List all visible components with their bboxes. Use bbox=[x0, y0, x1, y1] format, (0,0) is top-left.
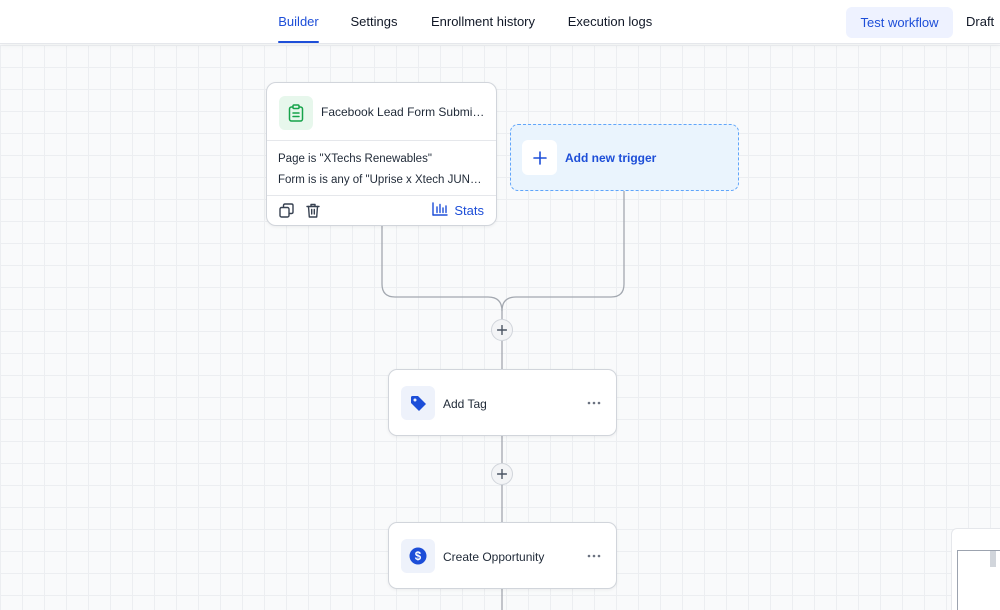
canvas-minimap[interactable] bbox=[951, 528, 1000, 610]
action-label: Create Opportunity bbox=[443, 550, 545, 564]
trigger-condition: Page is "XTechs Renewables" bbox=[278, 153, 432, 165]
plus-icon bbox=[497, 469, 507, 479]
trigger-conditions: Page is "XTechs Renewables" Form is is a… bbox=[267, 141, 496, 196]
trash-icon[interactable] bbox=[306, 203, 320, 223]
connector-trigger-right bbox=[501, 191, 625, 312]
trigger-card[interactable]: Facebook Lead Form Submitted Page is "XT… bbox=[266, 82, 497, 226]
action-label: Add Tag bbox=[443, 397, 487, 411]
plus-icon bbox=[522, 140, 557, 175]
trigger-title: Facebook Lead Form Submitted bbox=[321, 105, 487, 119]
trigger-card-header: Facebook Lead Form Submitted bbox=[267, 83, 496, 141]
test-workflow-button[interactable]: Test workflow bbox=[846, 7, 953, 38]
stats-label: Stats bbox=[454, 203, 484, 218]
plus-icon bbox=[497, 325, 507, 335]
tag-icon bbox=[401, 386, 435, 420]
copy-icon[interactable] bbox=[279, 203, 294, 223]
tab-builder[interactable]: Builder bbox=[278, 0, 319, 44]
add-new-trigger-button[interactable]: Add new trigger bbox=[510, 124, 739, 191]
dollar-icon: $ bbox=[401, 539, 435, 573]
more-options-icon[interactable] bbox=[584, 394, 604, 412]
clipboard-icon bbox=[279, 96, 313, 130]
action-card-create-opportunity[interactable]: $ Create Opportunity bbox=[388, 522, 617, 589]
connector-trigger-left bbox=[381, 226, 503, 319]
stats-button[interactable]: Stats bbox=[432, 202, 484, 219]
trigger-condition: Form is is any of "Uprise x Xtech JUNE 2… bbox=[278, 174, 485, 186]
tab-settings[interactable]: Settings bbox=[350, 0, 398, 44]
top-navigation-bar: Builder Settings Enrollment history Exec… bbox=[0, 0, 1000, 44]
workflow-status-label: Draft bbox=[966, 14, 995, 29]
add-new-trigger-label: Add new trigger bbox=[565, 151, 657, 165]
tab-execution-logs[interactable]: Execution logs bbox=[567, 0, 653, 44]
tab-enrollment-history[interactable]: Enrollment history bbox=[430, 0, 536, 44]
minimap-scroll-indicator bbox=[990, 551, 996, 567]
more-options-icon[interactable] bbox=[584, 547, 604, 565]
action-card-add-tag[interactable]: Add Tag bbox=[388, 369, 617, 436]
svg-text:$: $ bbox=[415, 551, 422, 563]
bar-chart-icon bbox=[432, 202, 449, 219]
workflow-connectors bbox=[381, 191, 625, 610]
add-step-button[interactable] bbox=[491, 463, 513, 485]
trigger-card-footer: Stats bbox=[267, 196, 496, 225]
add-step-button[interactable] bbox=[491, 319, 513, 341]
